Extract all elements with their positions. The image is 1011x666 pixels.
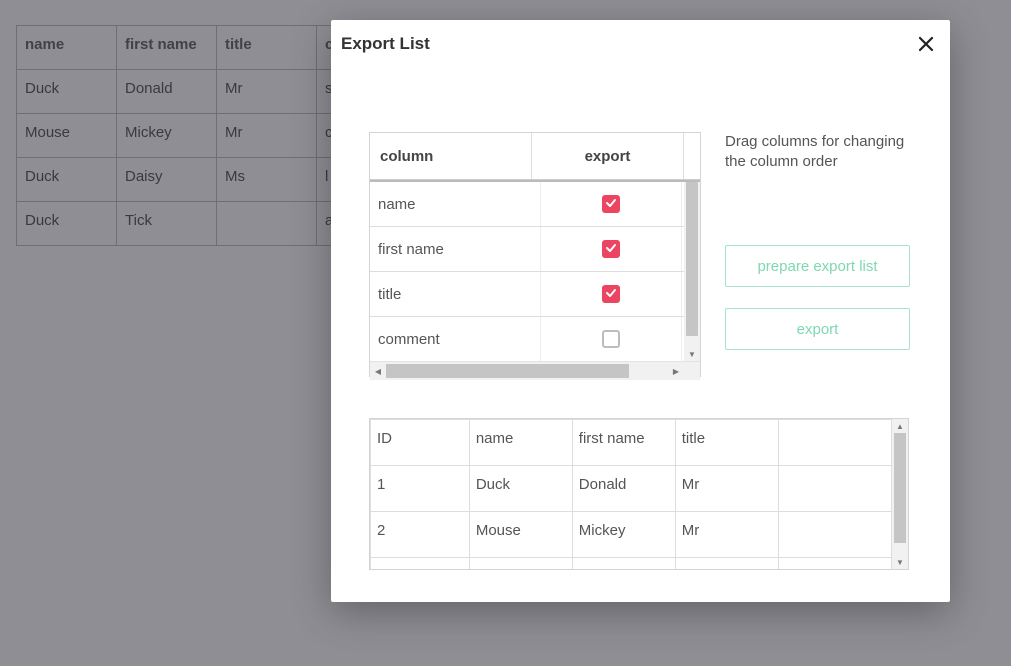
preview-cell bbox=[778, 558, 891, 571]
scrollbar-thumb[interactable] bbox=[686, 182, 698, 336]
check-icon bbox=[605, 241, 617, 258]
scroll-right-icon[interactable]: ▶ bbox=[668, 362, 684, 380]
export-list-modal: Export List column export name bbox=[331, 20, 950, 602]
picker-header-spacer bbox=[684, 133, 700, 179]
scroll-down-icon[interactable]: ▼ bbox=[892, 555, 908, 569]
preview-cell: Duck bbox=[469, 558, 572, 571]
picker-header-export[interactable]: export bbox=[532, 133, 684, 179]
picker-horizontal-scrollbar[interactable]: ◀ ▶ bbox=[370, 361, 700, 380]
picker-row-label: title bbox=[370, 272, 541, 316]
scroll-left-icon[interactable]: ◀ bbox=[370, 362, 386, 380]
preview-cell bbox=[778, 512, 891, 558]
picker-row-label: comment bbox=[370, 317, 541, 361]
preview-cell: 1 bbox=[371, 466, 470, 512]
table-row: 2 Mouse Mickey Mr bbox=[371, 512, 892, 558]
preview-cell: Ms bbox=[675, 558, 778, 571]
picker-header-column[interactable]: column bbox=[370, 133, 532, 179]
preview-col-name: name bbox=[469, 420, 572, 466]
preview-cell bbox=[778, 466, 891, 512]
check-icon bbox=[605, 286, 617, 303]
scroll-down-icon[interactable]: ▼ bbox=[684, 347, 700, 361]
picker-vertical-scrollbar[interactable]: ▼ bbox=[684, 182, 700, 361]
drag-instructions: Drag columns for changing the column ord… bbox=[725, 132, 915, 173]
preview-col-id: ID bbox=[371, 420, 470, 466]
scroll-up-icon[interactable]: ▲ bbox=[892, 419, 908, 433]
preview-cell: Mickey bbox=[572, 512, 675, 558]
preview-cell: 2 bbox=[371, 512, 470, 558]
picker-row-name[interactable]: name bbox=[370, 182, 700, 227]
export-checkbox-name[interactable] bbox=[602, 195, 620, 213]
preview-col-first: first name bbox=[572, 420, 675, 466]
modal-title: Export List bbox=[341, 34, 430, 54]
picker-row-comment[interactable]: comment bbox=[370, 317, 700, 361]
preview-cell: Daisy bbox=[572, 558, 675, 571]
export-preview-table: ID name first name title 1 Duck Donald M… bbox=[369, 418, 909, 570]
table-row: 3 Duck Daisy Ms bbox=[371, 558, 892, 571]
table-row: 1 Duck Donald Mr bbox=[371, 466, 892, 512]
export-checkbox-title[interactable] bbox=[602, 285, 620, 303]
close-icon bbox=[917, 35, 935, 58]
check-icon bbox=[605, 196, 617, 213]
export-checkbox-comment[interactable] bbox=[602, 330, 620, 348]
preview-cell: Mr bbox=[675, 466, 778, 512]
prepare-export-list-button[interactable]: prepare export list bbox=[725, 245, 910, 287]
preview-cell: Donald bbox=[572, 466, 675, 512]
picker-row-label: name bbox=[370, 182, 541, 226]
close-button[interactable] bbox=[912, 32, 940, 60]
preview-cell: Mr bbox=[675, 512, 778, 558]
preview-cell: 3 bbox=[371, 558, 470, 571]
scrollbar-thumb[interactable] bbox=[894, 433, 906, 543]
export-checkbox-first-name[interactable] bbox=[602, 240, 620, 258]
preview-cell: Mouse bbox=[469, 512, 572, 558]
picker-row-first-name[interactable]: first name bbox=[370, 227, 700, 272]
column-picker: column export name first name bbox=[369, 132, 701, 377]
preview-col-title: title bbox=[675, 420, 778, 466]
preview-vertical-scrollbar[interactable]: ▲ ▼ bbox=[892, 419, 908, 569]
picker-row-title[interactable]: title bbox=[370, 272, 700, 317]
scrollbar-thumb[interactable] bbox=[386, 364, 629, 378]
preview-col-blank bbox=[778, 420, 891, 466]
picker-row-label: first name bbox=[370, 227, 541, 271]
export-button[interactable]: export bbox=[725, 308, 910, 350]
preview-cell: Duck bbox=[469, 466, 572, 512]
